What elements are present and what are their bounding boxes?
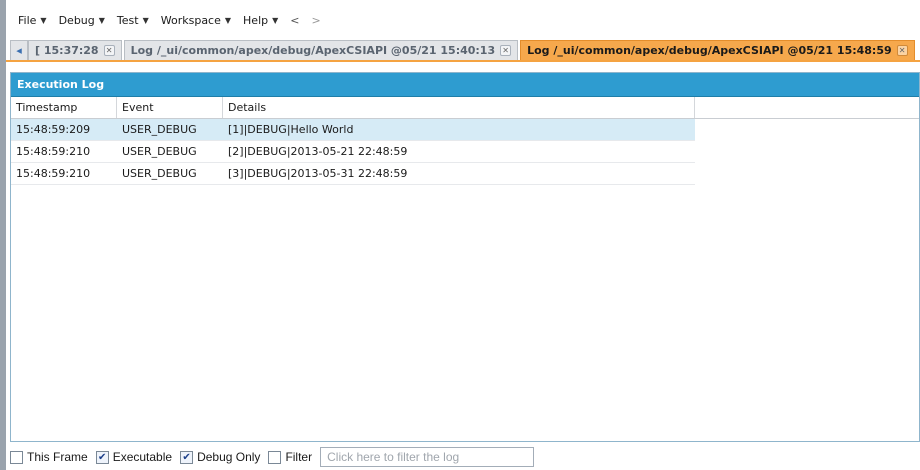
tab-scroll-left-icon[interactable]: ◂: [10, 40, 28, 60]
menu-help-label: Help: [243, 13, 269, 27]
cell-details: [3]|DEBUG|2013-05-31 22:48:59: [228, 167, 408, 180]
chevron-down-icon: ▼: [40, 15, 47, 25]
filter-label: Filter: [285, 450, 313, 464]
chevron-down-icon: ▼: [98, 15, 105, 25]
tab-log-154013[interactable]: Log /_ui/common/apex/debug/ApexCSIAPI @0…: [123, 40, 519, 60]
tab-label: Log /_ui/common/apex/debug/ApexCSIAPI @0…: [130, 44, 496, 57]
cell-details: [1]|DEBUG|Hello World: [228, 123, 354, 136]
close-icon[interactable]: ✕: [500, 45, 512, 56]
table-row[interactable]: 15:48:59:210 USER_DEBUG [2]|DEBUG|2013-0…: [11, 141, 695, 163]
menu-bar: File ▼ Debug ▼ Test ▼ Workspace ▼ Help ▼…: [6, 8, 920, 32]
tab-label: [ 15:37:28: [35, 44, 99, 57]
cell-details: [2]|DEBUG|2013-05-21 22:48:59: [228, 145, 408, 158]
debug-only-checkbox[interactable]: ✔: [180, 450, 194, 464]
panel-title: Execution Log: [11, 73, 919, 97]
debug-only-option[interactable]: ✔ Debug Only: [180, 450, 260, 464]
close-icon[interactable]: ✕: [103, 45, 115, 56]
cell-event: USER_DEBUG: [122, 167, 197, 180]
cell-event: USER_DEBUG: [122, 145, 197, 158]
cell-timestamp: 15:48:59:210: [16, 145, 91, 158]
menu-help[interactable]: Help ▼: [237, 10, 284, 30]
column-header-timestamp[interactable]: Timestamp: [11, 97, 117, 118]
tab-log-153728[interactable]: [ 15:37:28 ✕: [28, 40, 122, 60]
this-frame-option[interactable]: This Frame: [10, 450, 88, 464]
developer-console: File ▼ Debug ▼ Test ▼ Workspace ▼ Help ▼…: [0, 0, 920, 470]
tab-label: Log /_ui/common/apex/debug/ApexCSIAPI @0…: [527, 44, 892, 57]
tab-log-154859[interactable]: Log /_ui/common/apex/debug/ApexCSIAPI @0…: [520, 40, 915, 60]
chevron-down-icon: ▼: [272, 15, 279, 25]
close-icon[interactable]: ✕: [896, 45, 908, 56]
cell-timestamp: 15:48:59:209: [16, 123, 91, 136]
menu-file[interactable]: File ▼: [12, 10, 53, 30]
menu-debug[interactable]: Debug ▼: [53, 10, 111, 30]
menu-workspace-label: Workspace: [160, 13, 221, 27]
log-filter-toolbar: This Frame ✔ Executable ✔ Debug Only Fil…: [6, 444, 920, 470]
grid-header: Timestamp Event Details: [11, 97, 919, 119]
filter-option[interactable]: Filter: [268, 450, 312, 464]
forward-button[interactable]: >: [305, 14, 326, 27]
menu-workspace[interactable]: Workspace ▼: [155, 10, 237, 30]
executable-checkbox[interactable]: ✔: [95, 450, 109, 464]
cell-event: USER_DEBUG: [122, 123, 197, 136]
filter-log-input[interactable]: [320, 447, 535, 467]
menu-test-label: Test: [116, 13, 139, 27]
column-header-event[interactable]: Event: [117, 97, 223, 118]
menu-file-label: File: [18, 13, 37, 27]
menu-debug-label: Debug: [58, 13, 95, 27]
menu-test[interactable]: Test ▼: [111, 10, 155, 30]
table-row[interactable]: 15:48:59:209 USER_DEBUG [1]|DEBUG|Hello …: [11, 119, 695, 141]
back-button[interactable]: <: [284, 14, 305, 27]
chevron-down-icon: ▼: [224, 15, 232, 25]
executable-option[interactable]: ✔ Executable: [95, 450, 173, 464]
filter-checkbox[interactable]: [268, 450, 282, 464]
column-header-details[interactable]: Details: [223, 97, 695, 118]
table-row[interactable]: 15:48:59:210 USER_DEBUG [3]|DEBUG|2013-0…: [11, 163, 695, 185]
tab-bar: ◂ [ 15:37:28 ✕ Log /_ui/common/apex/debu…: [6, 40, 920, 62]
this-frame-checkbox[interactable]: [10, 450, 23, 464]
debug-only-label: Debug Only: [197, 450, 261, 464]
this-frame-label: This Frame: [27, 450, 88, 464]
execution-log-panel: Execution Log Timestamp Event Details 15…: [10, 72, 920, 442]
grid-body: 15:48:59:209 USER_DEBUG [1]|DEBUG|Hello …: [11, 119, 919, 185]
cell-timestamp: 15:48:59:210: [16, 167, 91, 180]
executable-label: Executable: [112, 450, 173, 464]
chevron-down-icon: ▼: [142, 15, 149, 25]
